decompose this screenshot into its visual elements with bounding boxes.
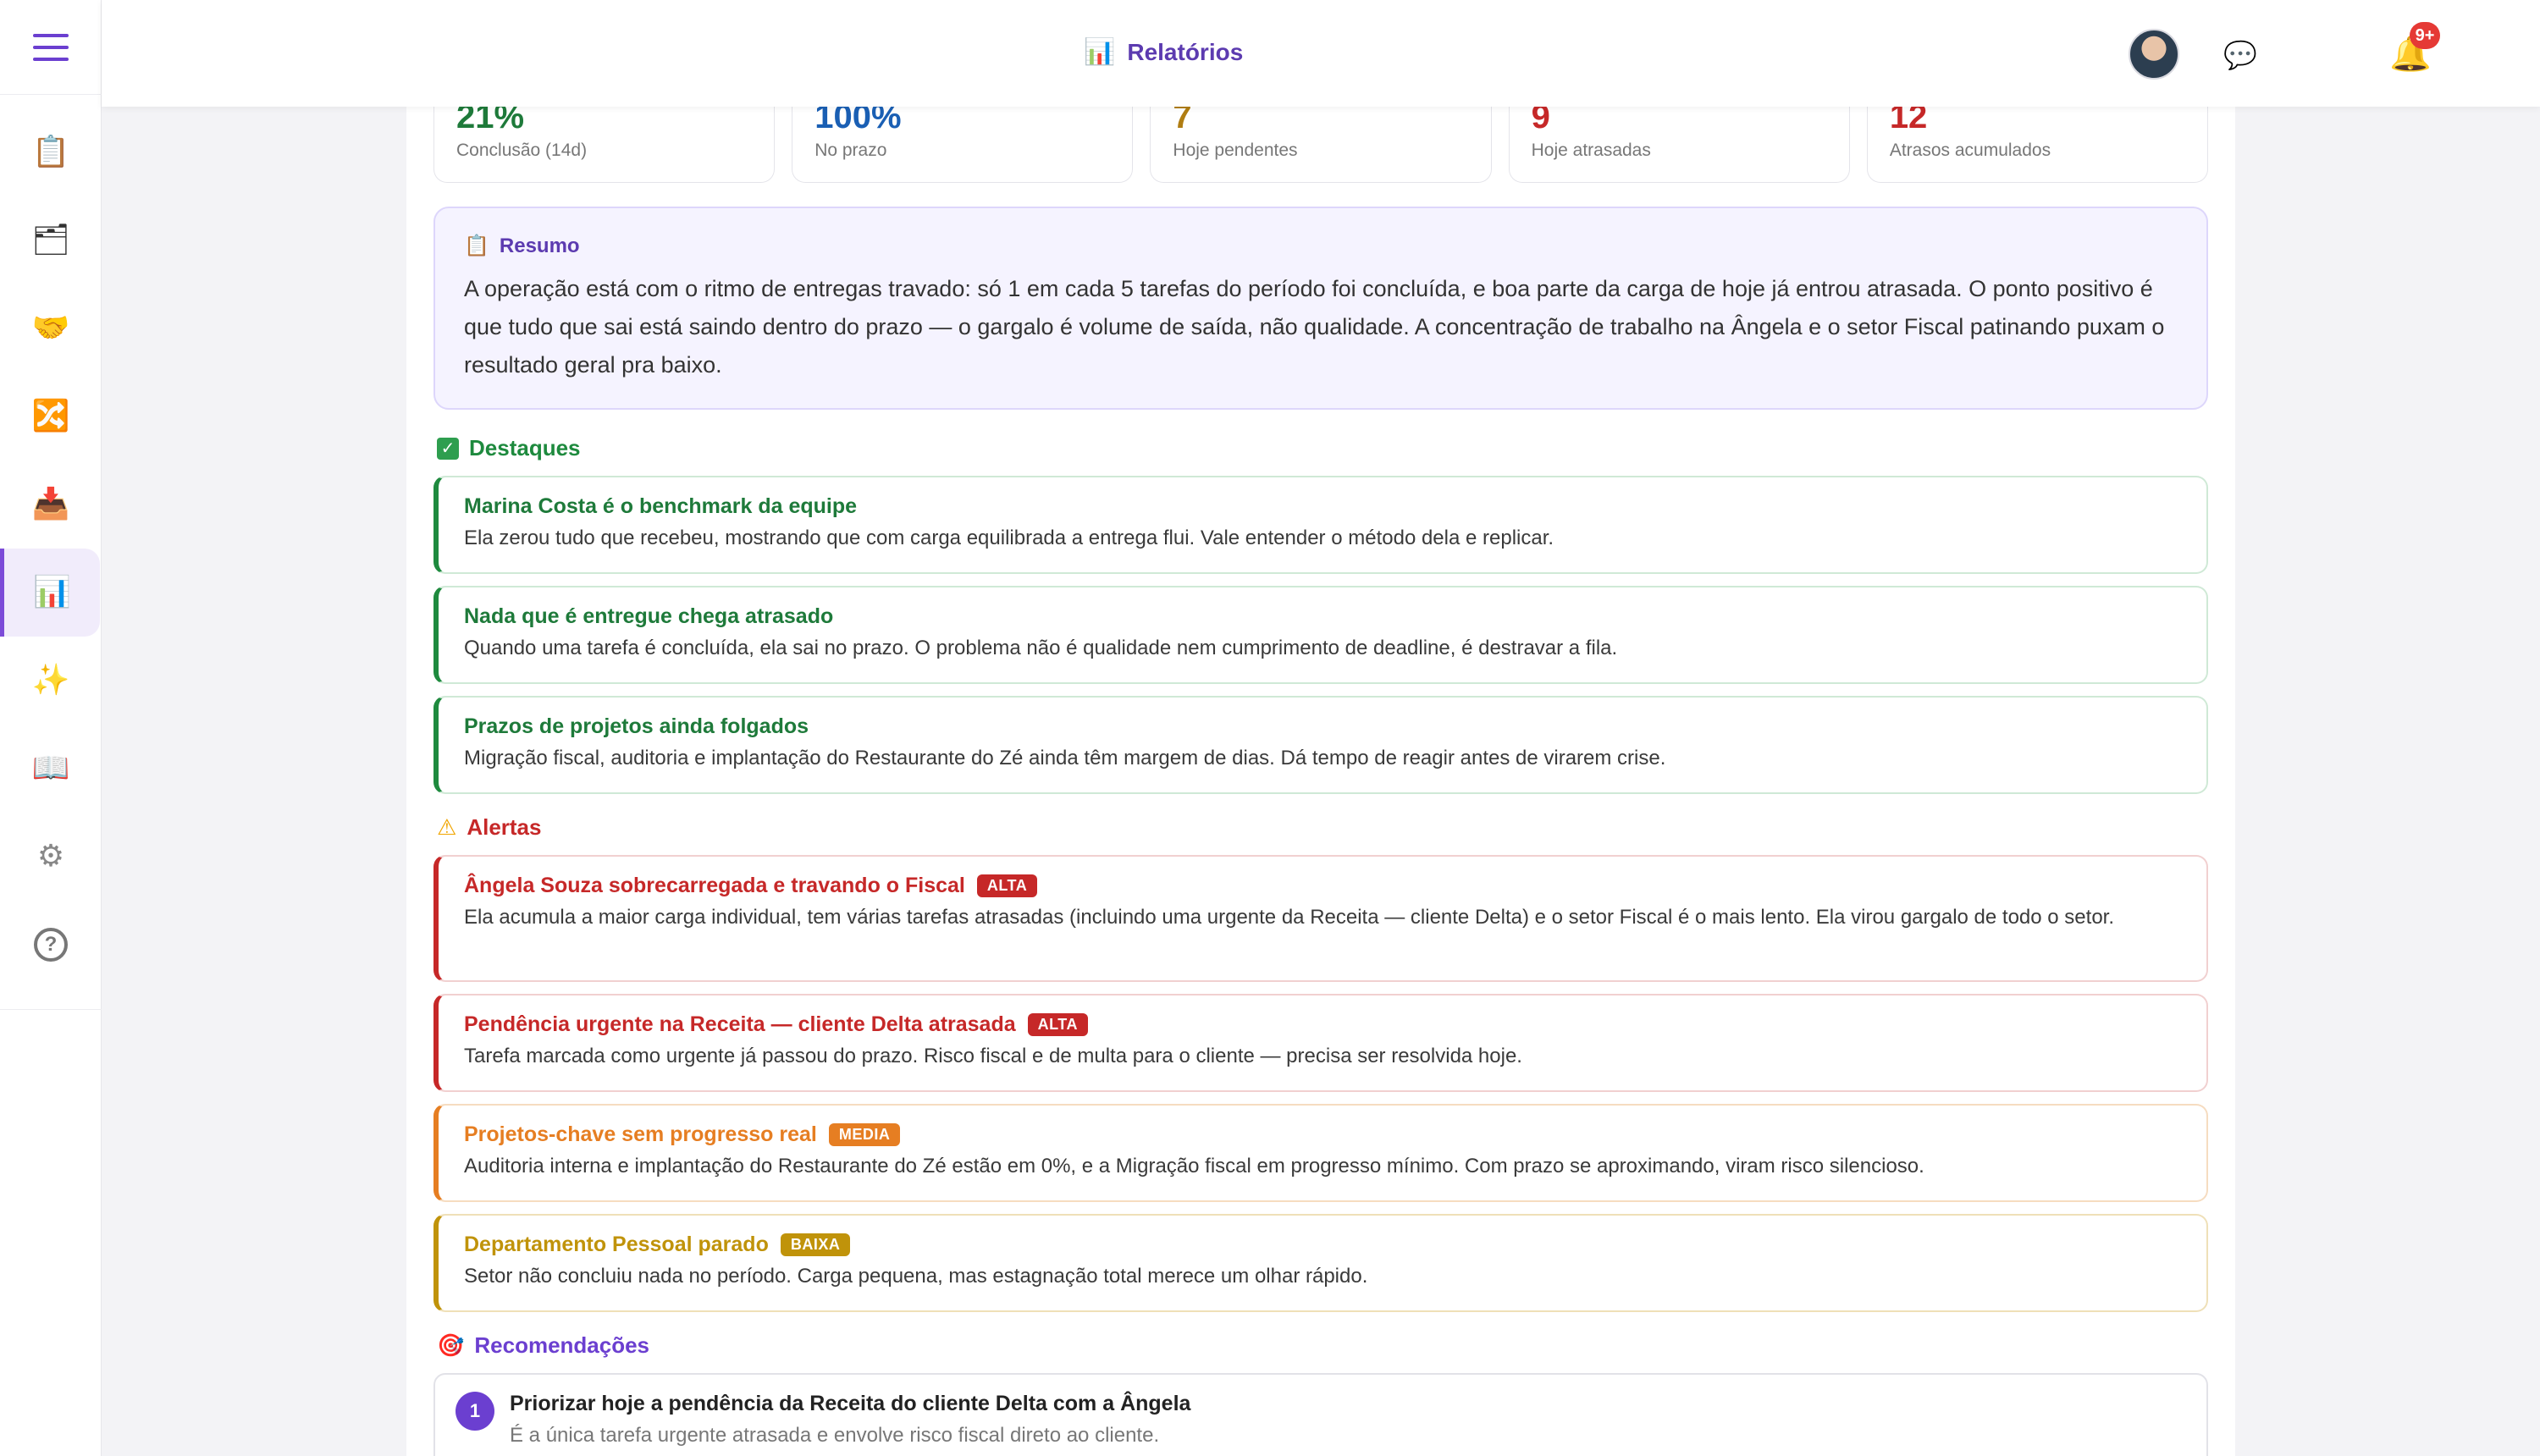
help-icon: ? <box>34 928 68 962</box>
stat-label: Atrasos acumulados <box>1889 141 2051 160</box>
bar-chart-icon: 📊 <box>1084 38 1116 66</box>
sidebar-item-docs[interactable]: 📖 <box>0 725 102 813</box>
highlights-heading: ✓ Destaques <box>437 435 581 461</box>
highlight-card: Nada que é entregue chega atrasado Quand… <box>433 586 2208 684</box>
alert-card: Departamento Pessoal parado BAIXA Setor n… <box>433 1214 2208 1312</box>
handshake-icon: 🤝 <box>31 311 70 345</box>
sidebar-item-projects[interactable]: 🗂 <box>0 196 102 284</box>
summary-text: A operação está com o ritmo de entregas … <box>464 276 2165 378</box>
summary-heading: 📋 Resumo <box>464 234 2178 258</box>
sidebar: 📋 🗂 🤝 🔀 📥 📊 ✨ 📖 ⚙ ? <box>0 0 102 1456</box>
alert-desc: Auditoria interna e implantação do Resta… <box>464 1155 1924 1177</box>
sparkles-icon: ✨ <box>31 663 70 698</box>
alert-title-row: Projetos-chave sem progresso real MEDIA <box>464 1122 2181 1147</box>
sidebar-item-inbox[interactable]: 📥 <box>0 461 102 549</box>
folder-icon: 🗂 <box>31 223 70 257</box>
clipboard-icon: 📋 <box>31 135 70 169</box>
book-icon: 📖 <box>31 751 70 786</box>
highlight-title: Nada que é entregue chega atrasado <box>464 604 834 628</box>
sidebar-item-settings[interactable]: ⚙ <box>0 813 102 901</box>
recommendation-desc: É a única tarefa urgente atrasada e envo… <box>510 1424 1160 1447</box>
recommendations-heading: 🎯 Recomendações <box>437 1332 649 1359</box>
alert-desc: Setor não concluiu nada no período. Carg… <box>464 1265 1368 1288</box>
page-title: 📊 Relatórios <box>1084 37 1243 67</box>
warning-icon: ⚠ <box>437 814 457 840</box>
recommendations-title: Recomendações <box>474 1332 650 1358</box>
sidebar-nav: 📋 🗂 🤝 🔀 📥 📊 ✨ 📖 ⚙ ? <box>0 108 102 1010</box>
recommendation-card: 1 Priorizar hoje a pendência da Receita … <box>433 1373 2208 1456</box>
summary-title: Resumo <box>499 234 580 257</box>
menu-toggle-button[interactable] <box>0 0 102 95</box>
highlight-title: Prazos de projetos ainda folgados <box>464 714 809 738</box>
alert-desc: Ela acumula a maior carga individual, te… <box>464 906 2115 929</box>
summary-box: 📋 Resumo A operação está com o ritmo de e… <box>433 207 2208 410</box>
alert-card: Pendência urgente na Receita — cliente D… <box>433 994 2208 1092</box>
highlight-title: Marina Costa é o benchmark da equipe <box>464 494 858 518</box>
priority-badge: ALTA <box>976 874 1038 897</box>
alert-title: Projetos-chave sem progresso real <box>464 1122 817 1146</box>
recommendation-number: 1 <box>456 1392 494 1431</box>
user-avatar[interactable] <box>2129 29 2179 80</box>
priority-badge: MEDIA <box>828 1123 901 1146</box>
sidebar-item-reports[interactable]: 📊 <box>0 549 100 637</box>
alert-title-row: Departamento Pessoal parado BAIXA <box>464 1233 2181 1257</box>
clipboard-icon: 📋 <box>464 234 489 257</box>
sidebar-item-tasks[interactable]: 📋 <box>0 108 102 196</box>
highlights-title: Destaques <box>469 435 581 461</box>
stat-label: Hoje pendentes <box>1173 141 1298 160</box>
recommendation-title: Priorizar hoje a pendência da Receita do… <box>510 1392 1191 1415</box>
chat-bubble-icon[interactable]: 💬 <box>2223 39 2257 71</box>
sidebar-item-clients[interactable]: 🤝 <box>0 284 102 372</box>
target-icon: 🎯 <box>437 1332 465 1358</box>
highlight-card: Marina Costa é o benchmark da equipe Ela… <box>433 476 2208 574</box>
stat-label: Hoje atrasadas <box>1531 141 1651 160</box>
highlight-desc: Ela zerou tudo que recebeu, mostrando qu… <box>464 527 1554 549</box>
hamburger-icon <box>33 30 69 65</box>
alert-title: Departamento Pessoal parado <box>464 1233 769 1256</box>
highlight-card: Prazos de projetos ainda folgados Migraç… <box>433 696 2208 794</box>
alert-title-row: Ângela Souza sobrecarregada e travando o… <box>464 874 2181 898</box>
report-panel: 21% Conclusão (14d) 100% No prazo 7 Hoje pe… <box>406 85 2235 1456</box>
alert-card: Projetos-chave sem progresso real MEDIA A… <box>433 1104 2208 1202</box>
bar-chart-icon: 📊 <box>33 575 71 609</box>
sidebar-item-help[interactable]: ? <box>0 901 102 989</box>
page-title-text: Relatórios <box>1127 38 1244 65</box>
sidebar-item-distribution[interactable]: 🔀 <box>0 372 102 461</box>
alerts-heading: ⚠ Alertas <box>437 814 541 841</box>
alert-title: Ângela Souza sobrecarregada e travando o… <box>464 874 965 897</box>
stat-label: No prazo <box>814 141 887 160</box>
alert-title: Pendência urgente na Receita — cliente D… <box>464 1012 1016 1036</box>
inbox-icon: 📥 <box>31 487 70 521</box>
priority-badge: ALTA <box>1027 1013 1088 1036</box>
alerts-title: Alertas <box>467 814 542 840</box>
alert-title-row: Pendência urgente na Receita — cliente D… <box>464 1012 2181 1037</box>
sidebar-item-ai[interactable]: ✨ <box>0 637 102 725</box>
check-box-icon: ✓ <box>437 437 459 460</box>
highlight-desc: Quando uma tarefa é concluída, ela sai n… <box>464 637 1618 659</box>
gear-icon: ⚙ <box>36 839 65 874</box>
notification-badge: 9+ <box>2410 22 2440 49</box>
shuffle-icon: 🔀 <box>31 399 70 433</box>
alert-card: Ângela Souza sobrecarregada e travando o… <box>433 855 2208 982</box>
highlight-desc: Migração fiscal, auditoria e implantação… <box>464 747 1666 769</box>
alert-desc: Tarefa marcada como urgente já passou do… <box>464 1045 1522 1067</box>
priority-badge: BAIXA <box>780 1233 851 1256</box>
stat-label: Conclusão (14d) <box>456 141 588 160</box>
